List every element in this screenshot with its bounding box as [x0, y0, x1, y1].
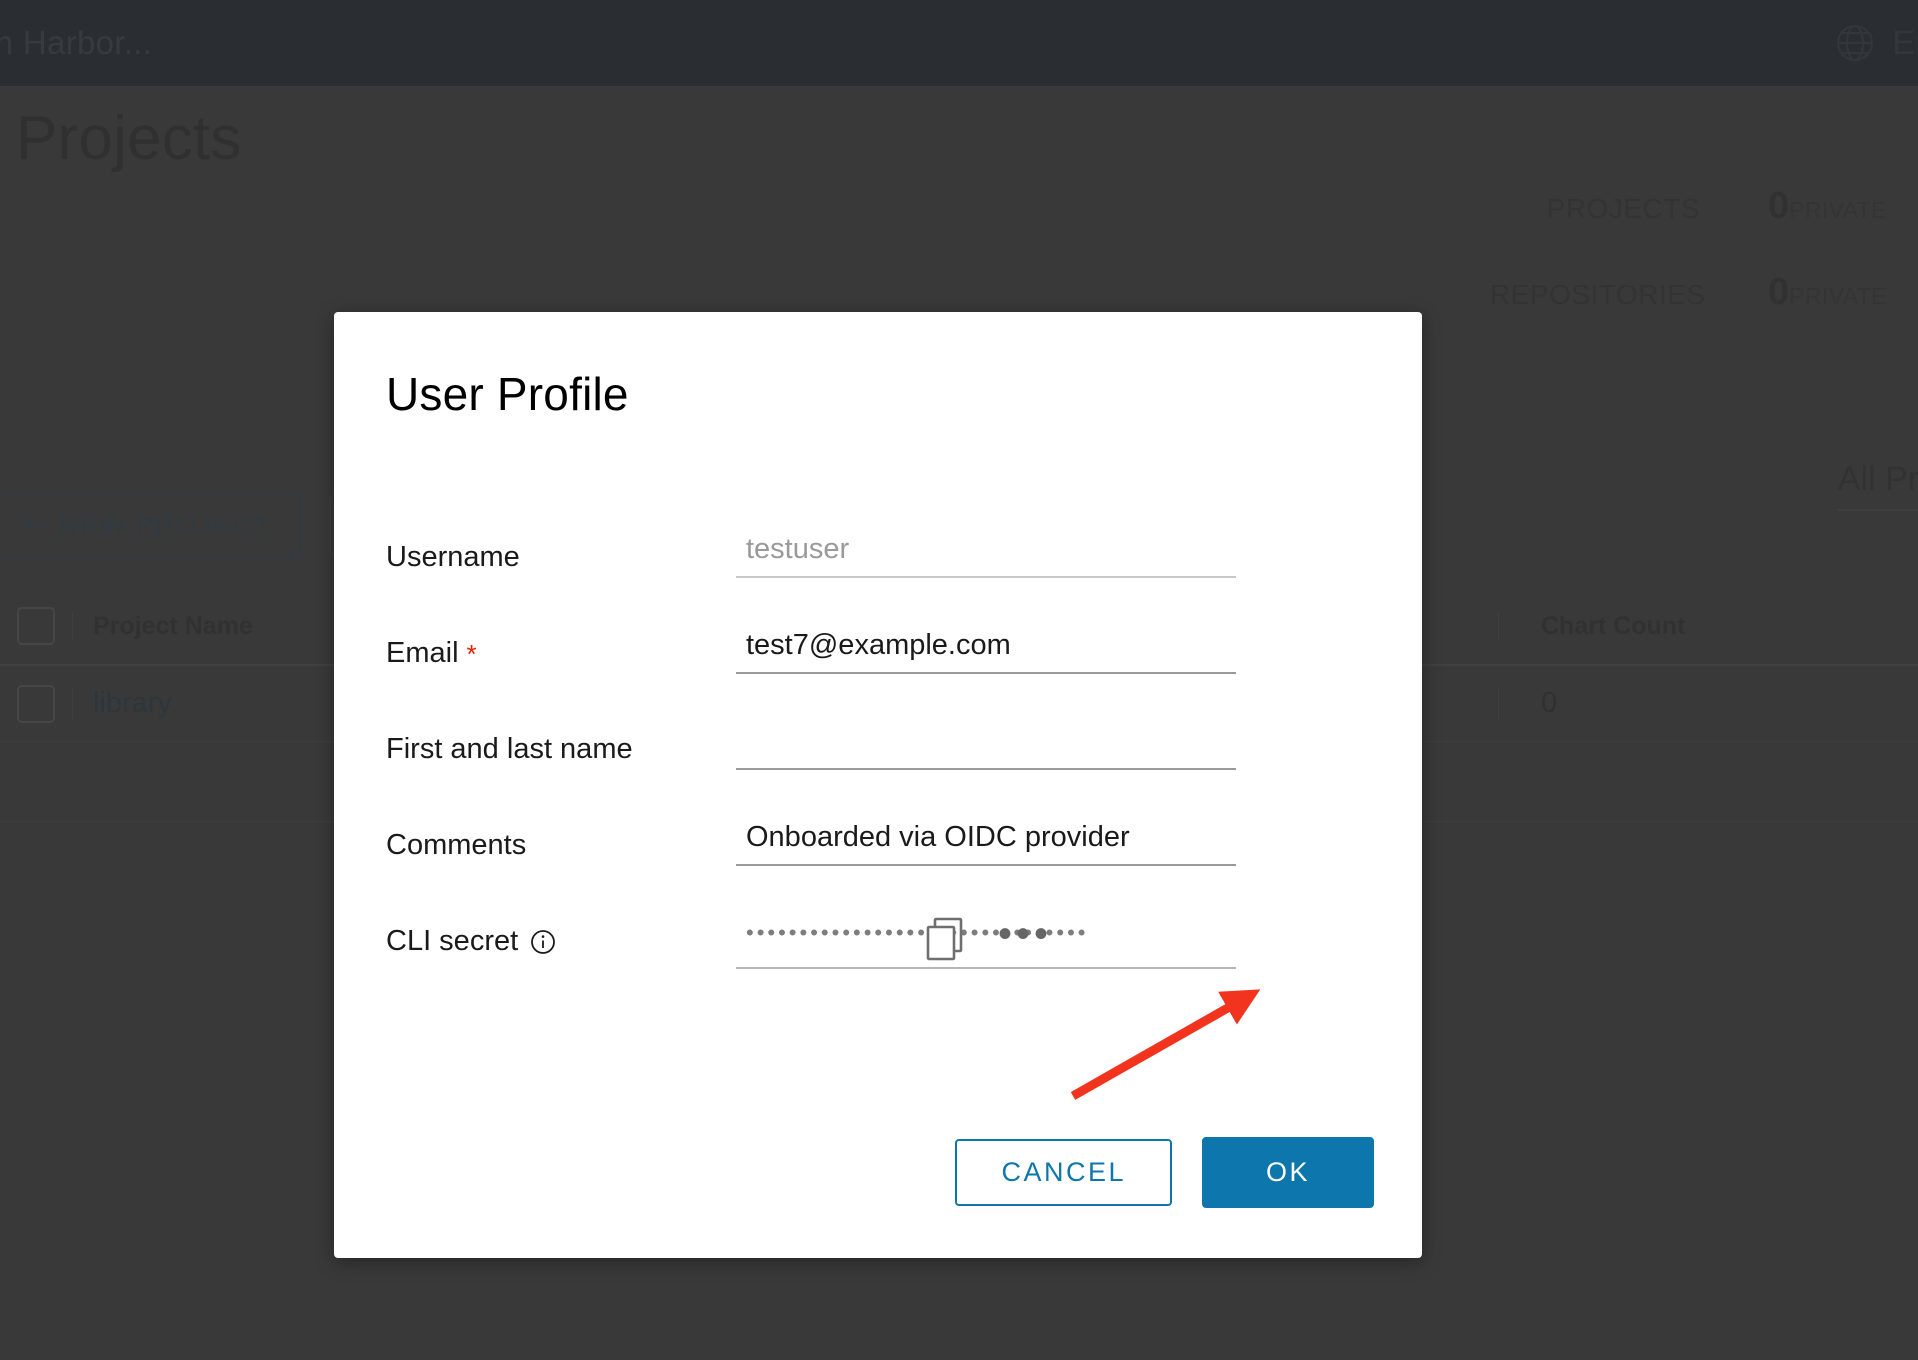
more-actions-button[interactable]: ••• [998, 914, 1052, 956]
dialog-title: User Profile [386, 368, 629, 420]
cli-secret-label-text: CLI secret [386, 925, 519, 957]
username-field-wrap [736, 527, 1236, 578]
required-marker: * [466, 638, 477, 669]
email-field-wrap [736, 623, 1236, 674]
username-label: Username [386, 541, 520, 573]
screen-root: ch Harbor... En Projects PROJECTS [0, 0, 1918, 1360]
form-row-fullname: First and last name [386, 719, 1382, 815]
comments-label: Comments [386, 829, 527, 861]
email-input[interactable] [736, 623, 1236, 674]
email-label-text: Email [386, 637, 459, 669]
fullname-input[interactable] [736, 719, 1236, 770]
user-profile-dialog: User Profile Username Email * First and … [334, 312, 1422, 1258]
dialog-footer: CANCEL OK [955, 1137, 1374, 1208]
form-row-username: Username [386, 527, 1382, 623]
cli-secret-label: CLI secret [386, 911, 736, 958]
user-profile-form: Username Email * First and last name [386, 527, 1382, 1007]
fullname-label: First and last name [386, 733, 633, 765]
form-row-email: Email * [386, 623, 1382, 719]
copy-icon[interactable] [926, 917, 968, 963]
username-input[interactable] [736, 527, 1236, 578]
form-row-cli-secret: CLI secret •••••••••••••••••••••••••••••… [386, 911, 1382, 1007]
cli-secret-actions: ••• [926, 914, 1052, 963]
comments-field-wrap [736, 815, 1236, 866]
info-icon[interactable] [530, 929, 556, 955]
email-label: Email * [386, 623, 736, 670]
form-row-comments: Comments [386, 815, 1382, 911]
ok-button[interactable]: OK [1201, 1137, 1374, 1208]
cancel-button[interactable]: CANCEL [955, 1139, 1172, 1206]
comments-input[interactable] [736, 815, 1236, 866]
fullname-field-wrap [736, 719, 1236, 770]
